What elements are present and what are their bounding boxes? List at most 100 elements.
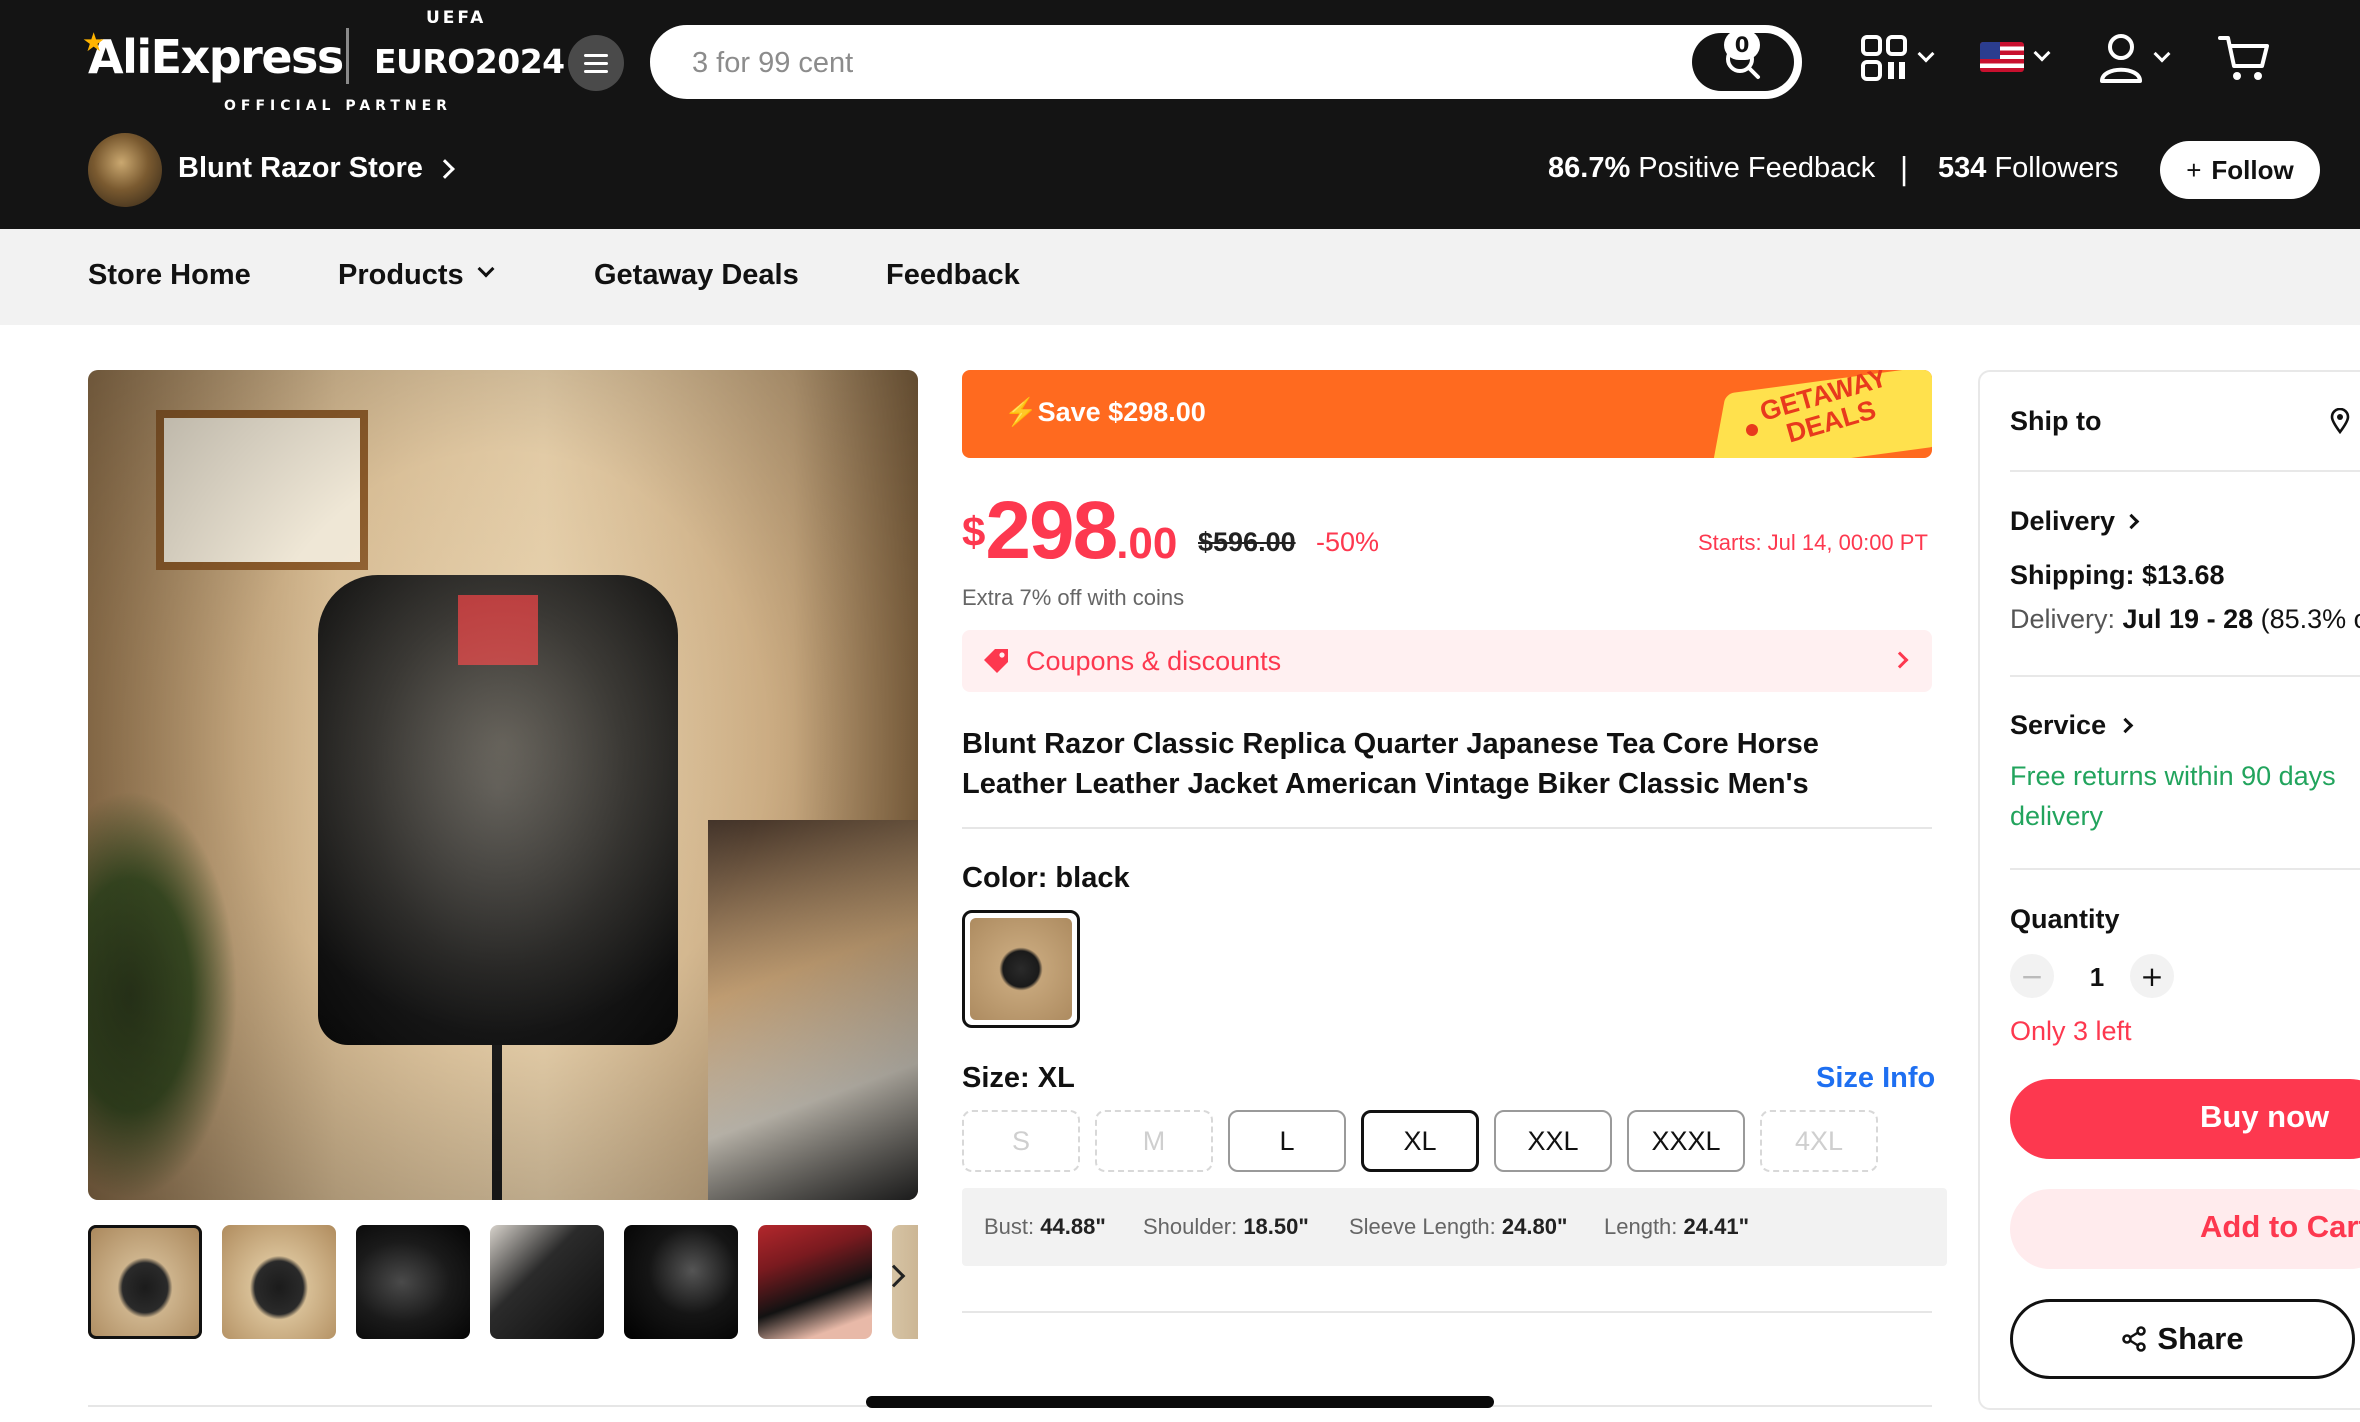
sale-price: $298.00 [962, 485, 1178, 576]
measurement-sleeve-length: Sleeve Length: 24.80" [1349, 1214, 1568, 1239]
logo-star-icon: ★ [82, 28, 105, 58]
logo-divider [346, 28, 349, 84]
chevron-right-icon [1891, 651, 1909, 669]
badge-dot [1746, 424, 1758, 436]
positive-feedback-stat: 86.7% Positive Feedback [1548, 152, 1876, 184]
search-bar [650, 25, 1802, 99]
chevron-down-icon [477, 260, 495, 278]
store-nav: Store Home Products Getaway Deals Feedba… [0, 229, 2360, 325]
shipping-cost: Shipping: $13.68 [2010, 560, 2225, 590]
menu-icon [584, 61, 608, 65]
nav-store-home[interactable]: Store Home [88, 259, 251, 292]
plus-icon: + [2186, 154, 2202, 185]
size-option-xxxl[interactable]: XXXL [1627, 1110, 1745, 1172]
measurement-shoulder: Shoulder: 18.50" [1143, 1214, 1309, 1239]
coupons-row[interactable]: Coupons & discounts [962, 630, 1932, 692]
free-returns-text: Free returns within 90 days [2010, 761, 2336, 791]
chevron-down-icon [2153, 45, 2171, 63]
share-icon [2122, 1326, 2147, 1352]
page-root: ★ AliExpress UEFA EURO2024 OFFICIAL PART… [0, 0, 2360, 1422]
ship-to-label: Ship to [2010, 406, 2102, 436]
location-pin-icon[interactable] [2330, 408, 2350, 434]
color-label: Color: black [962, 862, 1130, 894]
discount-percent: -50% [1316, 527, 1380, 557]
quantity-decrease-button[interactable]: − [2010, 954, 2054, 998]
chevron-down-icon [2033, 44, 2051, 62]
size-option-xl[interactable]: XL [1361, 1110, 1479, 1172]
section-divider [962, 1311, 1932, 1313]
thumbnail-image[interactable] [222, 1225, 336, 1339]
store-avatar[interactable] [88, 133, 162, 207]
size-option-s[interactable]: S [962, 1110, 1080, 1172]
size-option-l[interactable]: L [1228, 1110, 1346, 1172]
stock-remaining: Only 3 left [2010, 1016, 2132, 1046]
official-partner-tagline: OFFICIAL PARTNER [224, 98, 452, 114]
lightning-icon: ⚡ [1004, 397, 1038, 427]
coupon-tag-icon [984, 649, 1008, 673]
thumbnail-image[interactable] [88, 1225, 202, 1339]
search-input[interactable] [692, 41, 1672, 85]
free-returns-text-cont: delivery [2010, 801, 2104, 831]
delivery-heading[interactable]: Delivery [2010, 506, 2115, 537]
euro2024-logo: EURO2024 [374, 42, 565, 81]
quantity-increase-button[interactable]: + [2130, 954, 2174, 998]
color-swatch-black[interactable] [962, 910, 1080, 1028]
cart-icon [2218, 36, 2269, 80]
chevron-right-icon[interactable] [2117, 717, 2134, 734]
chevron-right-icon[interactable] [435, 159, 455, 179]
add-to-cart-button[interactable]: Add to Cart [2010, 1189, 2360, 1269]
user-icon [2100, 34, 2142, 83]
deal-banner: ⚡Save $298.00 GETAWAY DEALS [962, 370, 1932, 458]
size-measurements: Bust: 44.88" Shoulder: 18.50" Sleeve Len… [962, 1188, 1947, 1266]
measurement-bust: Bust: 44.88" [984, 1214, 1106, 1239]
thumbnail-strip [88, 1225, 918, 1340]
size-info-link[interactable]: Size Info [1816, 1062, 1935, 1095]
measurement-length: Length: 24.41" [1604, 1214, 1750, 1239]
plus-icon: + [2140, 959, 2164, 993]
nav-getaway-deals[interactable]: Getaway Deals [594, 259, 799, 292]
quantity-value[interactable]: 1 [2082, 962, 2112, 993]
thumbnail-image[interactable] [490, 1225, 604, 1339]
stat-separator: | [1899, 152, 1910, 187]
cart-count-badge: 0 [1724, 30, 1760, 60]
purchase-panel: Ship to Delivery Shipping: $13.68 Delive… [1978, 370, 2360, 1410]
aliexpress-logo[interactable]: ★ AliExpress [82, 28, 344, 84]
cart-button[interactable] [2218, 34, 2270, 84]
size-label: Size: XL [962, 1062, 1075, 1094]
uefa-crest-text: UEFA [426, 8, 487, 28]
coins-discount-note: Extra 7% off with coins [962, 585, 1185, 610]
menu-button[interactable] [568, 35, 624, 91]
save-amount: ⚡Save $298.00 [1004, 397, 1206, 427]
delivery-estimate: Delivery: Jul 19 - 28 (85.3% o [2010, 604, 2360, 634]
size-option-m[interactable]: M [1095, 1110, 1213, 1172]
size-option-4xl[interactable]: 4XL [1760, 1110, 1878, 1172]
service-heading[interactable]: Service [2010, 710, 2106, 741]
us-flag-icon [1980, 42, 2024, 72]
thumbnail-image[interactable] [758, 1225, 872, 1339]
thumbnail-image[interactable] [624, 1225, 738, 1339]
share-button[interactable]: Share [2010, 1299, 2355, 1379]
section-divider [962, 827, 1932, 829]
chevron-right-icon[interactable] [2123, 513, 2140, 530]
quantity-label: Quantity [2010, 904, 2120, 934]
minus-icon: − [2020, 959, 2044, 993]
followers-stat: 534 Followers [1938, 152, 2119, 184]
product-title: Blunt Razor Classic Replica Quarter Japa… [962, 728, 1819, 800]
region-selector[interactable] [1980, 42, 2051, 72]
nav-products[interactable]: Products [338, 259, 495, 292]
original-price: $596.00 [1198, 527, 1296, 557]
deal-start-time: Starts: Jul 14, 00:00 PT [1698, 530, 1928, 555]
main-product-image[interactable] [88, 370, 918, 1200]
site-header: ★ AliExpress UEFA EURO2024 OFFICIAL PART… [0, 0, 2360, 229]
nav-feedback[interactable]: Feedback [886, 259, 1020, 292]
buy-now-button[interactable]: Buy now [2010, 1079, 2360, 1159]
store-name-link[interactable]: Blunt Razor Store [178, 152, 423, 185]
chevron-down-icon [1917, 45, 1935, 63]
follow-button[interactable]: + Follow [2160, 141, 2320, 199]
app-qr-menu[interactable] [1860, 34, 1935, 82]
qr-code-icon [1861, 35, 1907, 81]
thumbnail-image[interactable] [356, 1225, 470, 1339]
account-menu[interactable] [2098, 32, 2171, 84]
home-indicator[interactable] [866, 1396, 1494, 1408]
size-option-xxl[interactable]: XXL [1494, 1110, 1612, 1172]
